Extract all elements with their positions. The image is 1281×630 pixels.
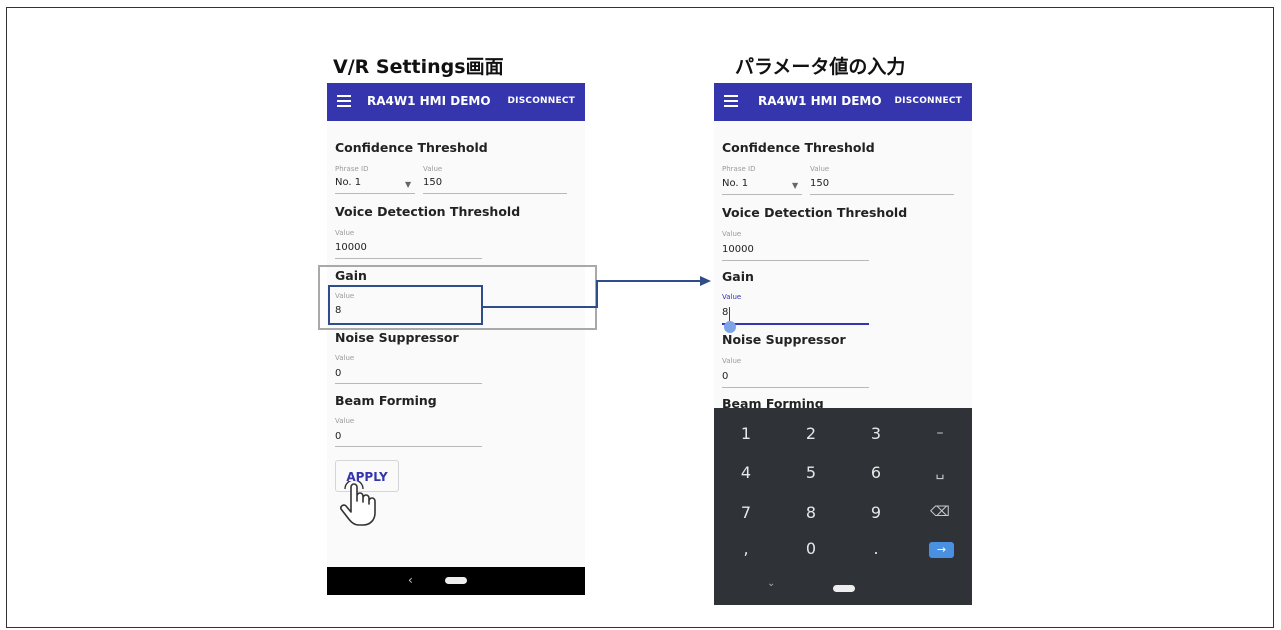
system-nav-bar: ‹ [327,567,585,595]
confidence-value-label: Value [423,165,443,173]
phrase-id-underline [722,194,802,195]
confidence-value-input[interactable]: 150 [423,177,442,188]
key-minus[interactable]: – [908,425,972,441]
voice-detection-title: Voice Detection Threshold [722,205,908,220]
right-caption: パラメータ値の入力 [735,56,906,78]
voice-detection-value-input[interactable]: 10000 [335,242,367,253]
phrase-id-underline [335,193,415,194]
key-9[interactable]: 9 [844,503,908,522]
gain-title: Gain [722,269,754,284]
beam-forming-value-label: Value [335,417,355,425]
phrase-id-label: Phrase ID [335,165,369,173]
back-icon[interactable]: ‹ [408,573,413,587]
voice-detection-value-label: Value [335,229,355,237]
confidence-threshold-title: Confidence Threshold [722,140,875,155]
noise-suppressor-underline [722,387,869,388]
confidence-threshold-title: Confidence Threshold [335,140,488,155]
hamburger-menu-icon[interactable] [337,95,351,107]
beam-forming-underline [335,446,482,447]
key-comma[interactable]: , [714,539,778,558]
voice-detection-value-input[interactable]: 10000 [722,244,754,255]
beam-forming-value-input[interactable]: 0 [335,431,341,442]
app-title: RA4W1 HMI DEMO [367,94,491,108]
noise-suppressor-value-label: Value [335,354,355,362]
app-bar: RA4W1 HMI DEMO DISCONNECT [714,83,972,121]
voice-detection-underline [335,258,482,259]
hamburger-menu-icon[interactable] [724,95,738,107]
backspace-icon[interactable]: ⌫ [908,504,972,520]
key-6[interactable]: 6 [844,463,908,482]
key-2[interactable]: 2 [779,424,843,443]
numeric-keyboard: 1 2 3 – 4 5 6 ␣ 7 8 9 ⌫ , 0 . → ⌄ [714,408,972,605]
key-4[interactable]: 4 [714,463,778,482]
gain-field-highlight [328,285,483,325]
noise-suppressor-value-input[interactable]: 0 [722,371,728,382]
hide-keyboard-icon[interactable]: ⌄ [767,578,775,589]
key-3[interactable]: 3 [844,424,908,443]
figure-frame [6,7,1274,628]
right-phone-screen: RA4W1 HMI DEMO DISCONNECT Confidence Thr… [714,83,972,605]
voice-detection-value-label: Value [722,230,742,238]
key-5[interactable]: 5 [779,463,843,482]
confidence-value-underline [423,193,567,194]
confidence-value-underline [810,194,954,195]
home-pill-icon[interactable] [445,577,467,584]
gain-value-input-focused[interactable]: 8 [722,307,728,318]
phrase-id-label: Phrase ID [722,165,756,173]
phrase-id-select[interactable]: No. 1 [722,178,748,189]
phrase-id-select[interactable]: No. 1 [335,177,361,188]
key-7[interactable]: 7 [714,503,778,522]
key-8[interactable]: 8 [779,503,843,522]
noise-suppressor-title: Noise Suppressor [722,332,846,347]
left-phone-screen: RA4W1 HMI DEMO DISCONNECT Confidence Thr… [327,83,585,595]
home-pill-icon[interactable] [833,585,855,592]
text-cursor [729,307,730,321]
voice-detection-title: Voice Detection Threshold [335,204,521,219]
key-1[interactable]: 1 [714,424,778,443]
beam-forming-title: Beam Forming [335,393,437,408]
space-key-icon[interactable]: ␣ [908,464,972,480]
key-period[interactable]: . [844,539,908,558]
key-0[interactable]: 0 [779,539,843,558]
noise-suppressor-value-label: Value [722,357,742,365]
hand-pointer-icon [340,481,376,526]
disconnect-button[interactable]: DISCONNECT [894,96,962,106]
gain-value-label-focused: Value [722,293,742,301]
confidence-value-label: Value [810,165,830,173]
confidence-value-input[interactable]: 150 [810,178,829,189]
voice-detection-underline [722,260,869,261]
noise-suppressor-underline [335,383,482,384]
noise-suppressor-title: Noise Suppressor [335,330,459,345]
noise-suppressor-value-input[interactable]: 0 [335,368,341,379]
app-title: RA4W1 HMI DEMO [758,94,882,108]
disconnect-button[interactable]: DISCONNECT [507,96,575,106]
left-caption: V/R Settings画面 [333,56,504,78]
dropdown-caret-icon[interactable]: ▼ [792,181,798,190]
dropdown-caret-icon[interactable]: ▼ [405,180,411,189]
app-bar: RA4W1 HMI DEMO DISCONNECT [327,83,585,121]
gain-underline-focused [722,323,869,325]
go-arrow-icon[interactable]: → [929,542,954,558]
